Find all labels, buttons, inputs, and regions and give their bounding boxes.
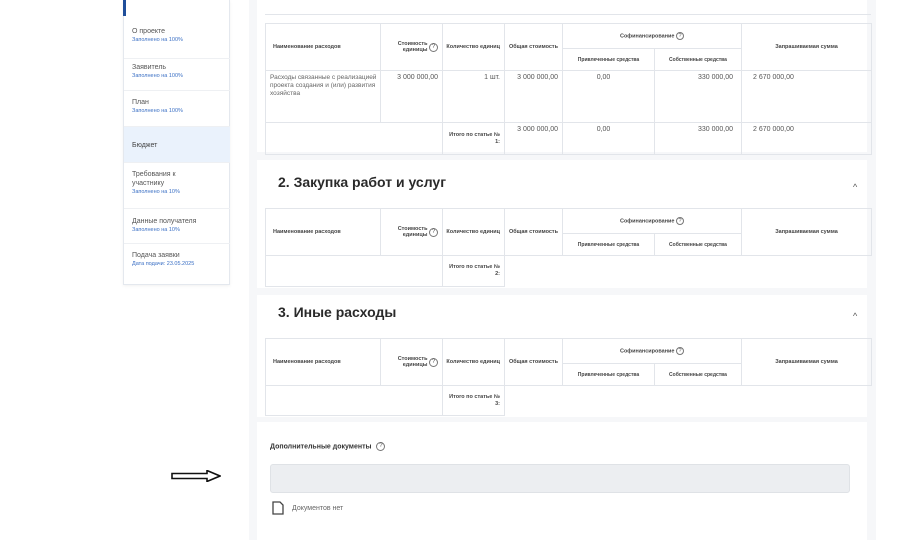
additional-documents-card: Дополнительные документы ? Документов не… bbox=[257, 422, 867, 540]
row-total-cost: 3 000 000,00 bbox=[504, 70, 563, 123]
sidebar-item-label: План bbox=[132, 99, 149, 106]
total-attracted: 0,00 bbox=[562, 122, 655, 155]
col-unit-cost-header: Стоимость единицы ? bbox=[380, 208, 443, 256]
col-own-header: Собственные средства bbox=[654, 48, 742, 71]
chevron-up-icon[interactable]: ^ bbox=[853, 311, 857, 321]
total-label: Итого по статье № 3: bbox=[442, 385, 505, 416]
col-unit-cost-label: Стоимость единицы bbox=[397, 226, 428, 238]
col-total-cost-header: Общая стоимость bbox=[504, 208, 563, 256]
help-icon[interactable]: ? bbox=[676, 217, 685, 225]
sidebar-item-status: Заполнено на 100% bbox=[132, 108, 183, 114]
col-unit-cost-label: Стоимость единицы bbox=[397, 41, 428, 53]
col-total-cost-header: Общая стоимость bbox=[504, 338, 563, 386]
total-label: Итого по статье № 2: bbox=[442, 255, 505, 287]
total-row: Итого по статье № 2: bbox=[265, 255, 872, 287]
sidebar-item-label: Требования к участнику bbox=[132, 171, 176, 187]
col-requested-header: Запрашиваемая сумма bbox=[741, 338, 872, 386]
sidebar-item-label: Бюджет bbox=[132, 142, 158, 149]
sidebar-item-status: Заполнено на 100% bbox=[132, 73, 183, 79]
col-qty-header: Количество единиц bbox=[442, 23, 505, 71]
sidebar-item-plan[interactable]: План Заполнено на 100% bbox=[124, 91, 230, 127]
col-name-header: Наименование расходов bbox=[265, 23, 381, 71]
docs-empty-text: Документов нет bbox=[292, 505, 344, 512]
help-icon[interactable]: ? bbox=[676, 347, 685, 355]
total-row: Итого по статье № 3: bbox=[265, 385, 872, 416]
budget-table-3: Наименование расходов Стоимость единицы … bbox=[265, 338, 872, 416]
row-unit-cost: 3 000 000,00 bbox=[380, 70, 443, 123]
arrow-right-icon bbox=[171, 470, 221, 482]
col-cofin-label: Софинансирование bbox=[619, 33, 675, 40]
sidebar-item-submit[interactable]: Подача заявки Дата подачи: 23.05.2025 bbox=[124, 244, 230, 285]
document-icon bbox=[272, 501, 284, 515]
sidebar-item-label: Подача заявки bbox=[132, 252, 180, 259]
section-2-card: 2. Закупка работ и услуг ^ Наименование … bbox=[257, 160, 872, 288]
col-cofin-header: Софинансирование ? bbox=[562, 23, 742, 49]
col-name-header: Наименование расходов bbox=[265, 208, 381, 256]
col-attracted-header: Привлеченные средства bbox=[562, 233, 655, 256]
sidebar-item-label: О проекте bbox=[132, 28, 166, 35]
col-name-header: Наименование расходов bbox=[265, 338, 381, 386]
section-title: 2. Закупка работ и услуг bbox=[278, 174, 447, 190]
budget-table-1: Наименование расходов Стоимость единицы … bbox=[265, 23, 872, 155]
docs-label: Дополнительные документы ? bbox=[270, 442, 386, 451]
col-cofin-header: Софинансирование ? bbox=[562, 208, 742, 234]
col-unit-cost-label: Стоимость единицы bbox=[397, 356, 428, 368]
sidebar-item-status: Дата подачи: 23.05.2025 bbox=[132, 261, 195, 267]
col-own-header: Собственные средства bbox=[654, 363, 742, 386]
sidebar-item-status: Заполнено на 100% bbox=[132, 37, 183, 43]
total-label: Итого по статье № 1: bbox=[442, 122, 505, 155]
help-icon[interactable]: ? bbox=[676, 32, 685, 40]
sidebar-item-status: Заполнено на 10% bbox=[132, 189, 180, 195]
row-name: Расходы связанные с реализацией проекта … bbox=[265, 70, 381, 123]
table-row: Расходы связанные с реализацией проекта … bbox=[265, 70, 872, 123]
total-row: Итого по статье № 1: 3 000 000,00 0,00 3… bbox=[265, 122, 872, 155]
page: О проекте Заполнено на 100% Заявитель За… bbox=[0, 0, 923, 540]
col-total-cost-header: Общая стоимость bbox=[504, 23, 563, 71]
col-unit-cost-header: Стоимость единицы ? bbox=[380, 23, 443, 71]
section-3-card: 3. Иные расходы ^ Наименование расходов … bbox=[257, 295, 872, 417]
row-requested: 2 670 000,00 bbox=[741, 70, 872, 123]
budget-table-2: Наименование расходов Стоимость единицы … bbox=[265, 208, 872, 287]
sidebar-item-status: Заполнено на 10% bbox=[132, 227, 180, 233]
sidebar-item-label: Данные получателя bbox=[132, 218, 197, 225]
col-requested-header: Запрашиваемая сумма bbox=[741, 23, 872, 71]
help-icon[interactable]: ? bbox=[429, 357, 438, 367]
col-attracted-header: Привлеченные средства bbox=[562, 48, 655, 71]
total-cost: 3 000 000,00 bbox=[504, 122, 563, 155]
col-cofin-label: Софинансирование bbox=[619, 348, 675, 355]
sidebar-item-applicant[interactable]: Заявитель Заполнено на 100% bbox=[124, 59, 230, 91]
section-1-card: Наименование расходов Стоимость единицы … bbox=[257, 0, 872, 155]
sidebar-item-about[interactable]: О проекте Заполнено на 100% bbox=[124, 26, 230, 59]
col-cofin-label: Софинансирование bbox=[619, 218, 675, 225]
sidebar-item-budget[interactable]: Бюджет bbox=[124, 127, 230, 163]
total-requested: 2 670 000,00 bbox=[741, 122, 872, 155]
col-own-header: Собственные средства bbox=[654, 233, 742, 256]
docs-label-text: Дополнительные документы bbox=[270, 443, 372, 451]
help-icon[interactable]: ? bbox=[376, 442, 386, 451]
col-requested-header: Запрашиваемая сумма bbox=[741, 208, 872, 256]
sidebar-nav: О проекте Заполнено на 100% Заявитель За… bbox=[123, 0, 230, 285]
section-title: 3. Иные расходы bbox=[278, 304, 397, 320]
col-qty-header: Количество единиц bbox=[442, 338, 505, 386]
sidebar-item-requirements[interactable]: Требования к участнику Заполнено на 10% bbox=[124, 163, 230, 209]
col-attracted-header: Привлеченные средства bbox=[562, 363, 655, 386]
row-own: 330 000,00 bbox=[654, 70, 742, 123]
sidebar-item-label: Заявитель bbox=[132, 64, 167, 71]
col-unit-cost-header: Стоимость единицы ? bbox=[380, 338, 443, 386]
chevron-up-icon[interactable]: ^ bbox=[853, 182, 857, 192]
sidebar-item-recipient[interactable]: Данные получателя Заполнено на 10% bbox=[124, 209, 230, 244]
row-qty: 1 шт. bbox=[442, 70, 505, 123]
main-content: Наименование расходов Стоимость единицы … bbox=[249, 0, 876, 540]
total-own: 330 000,00 bbox=[654, 122, 742, 155]
col-qty-header: Количество единиц bbox=[442, 208, 505, 256]
row-attracted: 0,00 bbox=[562, 70, 655, 123]
docs-upload-area[interactable] bbox=[270, 464, 850, 493]
help-icon[interactable]: ? bbox=[429, 42, 438, 52]
help-icon[interactable]: ? bbox=[429, 227, 438, 237]
col-cofin-header: Софинансирование ? bbox=[562, 338, 742, 364]
sidebar-active-indicator bbox=[123, 0, 126, 16]
